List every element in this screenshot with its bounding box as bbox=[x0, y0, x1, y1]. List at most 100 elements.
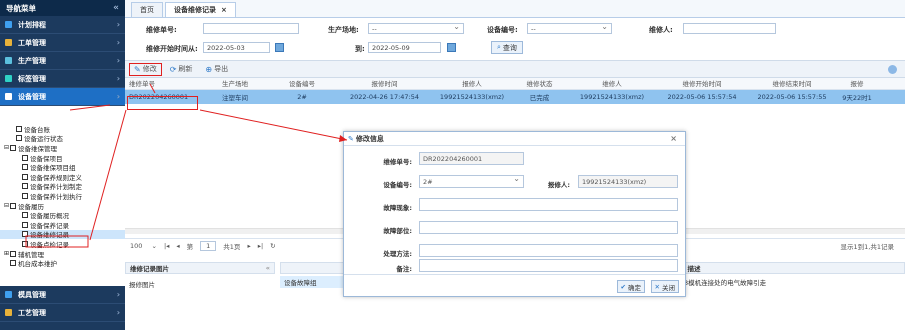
page-size-select[interactable]: 100 ⌄ bbox=[130, 242, 157, 250]
method-input[interactable] bbox=[419, 244, 678, 257]
expand-toggle-icon[interactable]: ⊞ bbox=[4, 250, 9, 257]
tree-item[interactable]: 设备台账 bbox=[0, 124, 125, 134]
tree-item[interactable]: 设备保养计划执行 bbox=[0, 191, 125, 201]
tree-item-label: 设备保养规则定义 bbox=[30, 173, 82, 182]
reload-icon[interactable]: ↻ bbox=[270, 242, 275, 250]
table-row[interactable]: DR202204260001 注塑车间 2# 2022-04-26 17:47:54 1… bbox=[125, 90, 905, 104]
close-icon[interactable]: × bbox=[670, 134, 677, 143]
close-button[interactable]: ✕ 关闭 bbox=[650, 280, 679, 293]
close-label: 关闭 bbox=[662, 283, 675, 292]
last-page-icon[interactable]: ▸| bbox=[258, 242, 263, 250]
sidebar-group-2[interactable]: 生产管理 › bbox=[0, 52, 125, 70]
menu-group-label: 计划排程 bbox=[18, 20, 46, 29]
site-select[interactable]: -- bbox=[368, 22, 464, 34]
page-icon bbox=[16, 125, 22, 132]
equip-no-select[interactable]: 2# bbox=[419, 174, 524, 188]
chevron-right-icon: › bbox=[116, 74, 120, 83]
page-input[interactable]: 1 bbox=[200, 240, 217, 251]
tree-item[interactable]: 设备保养记录 bbox=[0, 220, 125, 230]
tree-item[interactable]: ⊟ 设备履历 bbox=[0, 201, 125, 211]
tree-item[interactable]: 机台成本维护 bbox=[0, 258, 125, 268]
edit-button[interactable]: ✎ 修改 bbox=[129, 62, 162, 76]
to-label: 到: bbox=[355, 45, 365, 53]
close-tab-icon[interactable]: × bbox=[221, 6, 227, 14]
fault-part-input[interactable] bbox=[419, 221, 678, 234]
refresh-button[interactable]: ⟳ 刷新 bbox=[165, 63, 198, 76]
tree-item[interactable]: ⊞ 辅机管理 bbox=[0, 249, 125, 259]
calendar-icon[interactable] bbox=[447, 43, 456, 52]
column-header[interactable]: 维修开始时间 bbox=[657, 78, 747, 89]
sidebar-group-bottom-1[interactable]: 工艺管理 › bbox=[0, 304, 125, 322]
sidebar-group-0[interactable]: 计划排程 › bbox=[0, 16, 125, 34]
page-icon bbox=[22, 231, 28, 238]
tab-home[interactable]: 首页 bbox=[131, 2, 163, 17]
phenomenon-input[interactable] bbox=[419, 198, 678, 211]
repair-no-input[interactable] bbox=[203, 23, 299, 34]
sidebar: 导航菜单 « 计划排程 › 工单管理 › 生产管理 › 标签管理 › 设备管理 › 设备台账 设备运… bbox=[0, 0, 125, 330]
page-icon bbox=[22, 164, 28, 171]
start-date-input[interactable]: 2022-05-03 bbox=[203, 42, 270, 53]
export-button[interactable]: ⊕ 导出 bbox=[200, 63, 233, 76]
expand-toggle-icon[interactable]: ⊟ bbox=[4, 144, 9, 151]
reporter-field: 19921524133(xmz) bbox=[578, 175, 678, 188]
column-header[interactable]: 生产场地 bbox=[203, 78, 267, 89]
confirm-button[interactable]: ✔ 确定 bbox=[616, 280, 645, 293]
collapse-panel-icon[interactable]: « bbox=[266, 264, 270, 272]
sidebar-group-bottom-0[interactable]: 模具管理 › bbox=[0, 286, 125, 304]
equip-no-value: 2# bbox=[423, 177, 433, 186]
column-header[interactable]: 报修人 bbox=[432, 78, 512, 89]
fault-desc-cell: 3模机连接处的电气故障引走 bbox=[684, 279, 767, 287]
column-header[interactable]: 维修状态 bbox=[512, 78, 567, 89]
tree-item[interactable]: 设备保养计划制定 bbox=[0, 182, 125, 191]
tree-item[interactable]: 设备点检记录 bbox=[0, 239, 125, 249]
page-icon bbox=[10, 202, 16, 209]
repair-no-label: 维修单号: bbox=[146, 26, 177, 34]
start-time-label: 维修开始时间从: bbox=[146, 45, 198, 53]
remark-input[interactable] bbox=[419, 259, 678, 272]
tree-item[interactable]: ⊟ 设备维保管理 bbox=[0, 143, 125, 153]
tree-item[interactable]: 设备维修记录 bbox=[0, 229, 125, 239]
collapse-sidebar-icon[interactable]: « bbox=[113, 3, 119, 13]
equip-no-select[interactable]: -- bbox=[527, 22, 612, 34]
page-icon bbox=[16, 135, 22, 142]
repairer-label: 维修人: bbox=[649, 26, 673, 34]
column-header[interactable]: 报修 bbox=[837, 78, 877, 89]
column-header[interactable]: 报修时间 bbox=[337, 78, 432, 89]
sidebar-group-4[interactable]: 设备管理 › bbox=[0, 88, 125, 106]
export-icon: ⊕ bbox=[205, 64, 213, 74]
tree-item[interactable]: 设备保养规则定义 bbox=[0, 172, 125, 182]
tree-item[interactable]: 设备运行状态 bbox=[0, 134, 125, 143]
reporter-label: 报修人: bbox=[547, 181, 570, 189]
method-label: 处理方法: bbox=[383, 250, 412, 258]
first-page-icon[interactable]: |◂ bbox=[164, 242, 169, 250]
calendar-icon[interactable] bbox=[275, 43, 284, 52]
chevron-right-icon: › bbox=[116, 290, 120, 299]
table-cell: 注塑车间 bbox=[222, 94, 248, 102]
settings-icon[interactable] bbox=[888, 65, 897, 74]
end-date-input[interactable]: 2022-05-09 bbox=[368, 42, 441, 53]
column-header[interactable]: 维修人 bbox=[567, 78, 657, 89]
tree-item-label: 设备保养记录 bbox=[30, 221, 69, 230]
sidebar-group-3[interactable]: 标签管理 › bbox=[0, 70, 125, 88]
repairer-input[interactable] bbox=[683, 23, 776, 34]
site-label: 生产场地: bbox=[328, 26, 359, 34]
column-header[interactable]: 维修单号 bbox=[125, 78, 203, 89]
column-header[interactable]: 设备编号 bbox=[267, 78, 337, 89]
tree-item-label: 设备维保管理 bbox=[18, 144, 57, 153]
tab-repair-records[interactable]: 设备维修记录 × bbox=[165, 2, 236, 17]
next-page-icon[interactable]: ▸ bbox=[247, 242, 250, 250]
tree-item[interactable]: 设备保项目 bbox=[0, 153, 125, 163]
expand-toggle-icon[interactable]: ⊟ bbox=[4, 202, 9, 209]
table-cell: 已完成 bbox=[529, 94, 550, 102]
repair-no-field: DR202204260001 bbox=[419, 152, 524, 165]
sidebar-group-1[interactable]: 工单管理 › bbox=[0, 34, 125, 52]
query-button[interactable]: ⌕ 查询 bbox=[491, 41, 523, 54]
refresh-icon: ⟳ bbox=[169, 64, 177, 74]
tree-item[interactable]: 设备维保项目组 bbox=[0, 162, 125, 172]
repair-images-header: 维修记录图片 « bbox=[125, 262, 275, 274]
column-header[interactable]: 维修结束时间 bbox=[747, 78, 837, 89]
prev-page-icon[interactable]: ◂ bbox=[176, 242, 179, 250]
tree-item[interactable]: 设备履历概况 bbox=[0, 210, 125, 220]
fault-part-label: 故障部位: bbox=[383, 227, 412, 235]
menu-group-label: 设备管理 bbox=[18, 92, 46, 101]
